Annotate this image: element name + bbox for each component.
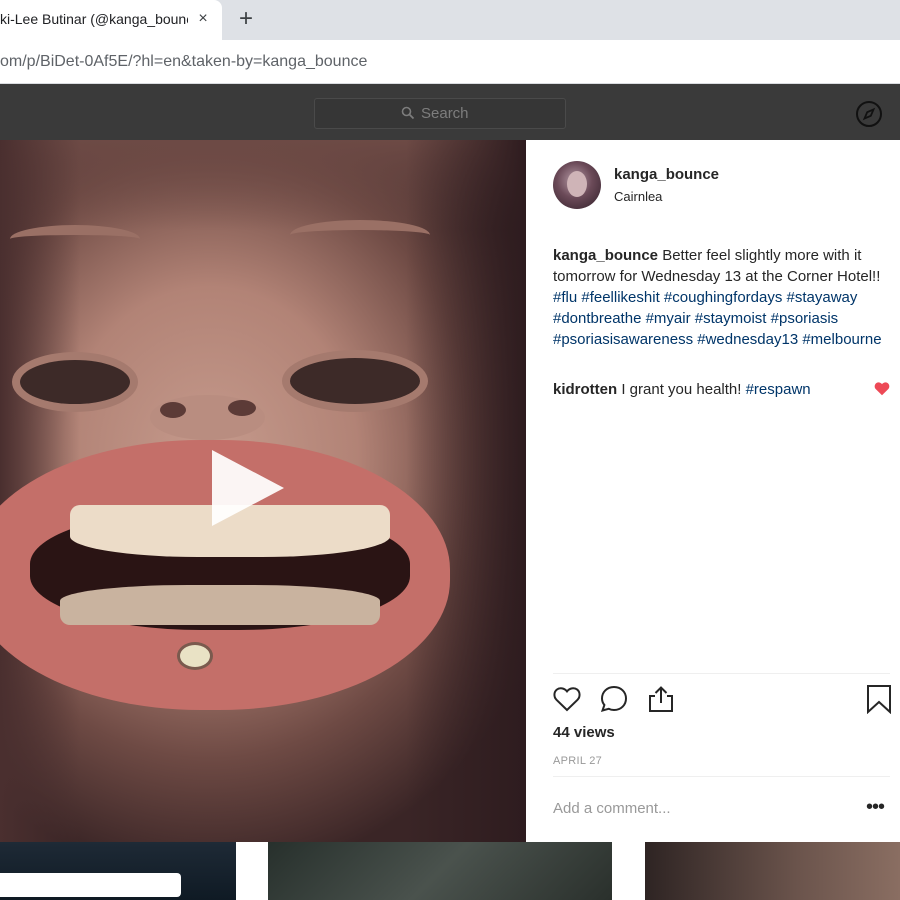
play-icon[interactable] bbox=[212, 450, 284, 526]
tab-title: ki-Lee Butinar (@kanga_bounce bbox=[0, 11, 188, 27]
video-eye-right bbox=[290, 358, 420, 404]
post-caption: kanga_bounce Better feel slightly more w… bbox=[553, 245, 893, 350]
views-count[interactable]: 44 views bbox=[553, 724, 615, 741]
heart-filled-icon[interactable] bbox=[874, 381, 890, 396]
comment-hashtag[interactable]: #respawn bbox=[746, 381, 811, 398]
avatar[interactable] bbox=[553, 161, 601, 209]
browser-tab[interactable]: ki-Lee Butinar (@kanga_bounce × bbox=[0, 0, 222, 40]
hashtag[interactable]: #staymoist bbox=[695, 310, 767, 327]
video-brow-left bbox=[10, 225, 140, 253]
hashtag[interactable]: #psoriasis bbox=[771, 310, 839, 327]
new-tab-button[interactable]: + bbox=[234, 6, 258, 32]
thumbnail-overlay-bar bbox=[0, 873, 181, 897]
more-options-icon[interactable]: ••• bbox=[866, 797, 890, 820]
hashtag[interactable]: #coughingfordays bbox=[664, 289, 782, 306]
comment-icon[interactable] bbox=[599, 684, 629, 714]
comment: kidrotten I grant you health! #respawn bbox=[553, 379, 883, 400]
url-text[interactable]: om/p/BiDet-0Af5E/?hl=en&taken-by=kanga_b… bbox=[0, 51, 367, 73]
post-date: APRIL 27 bbox=[553, 755, 603, 767]
compass-icon[interactable] bbox=[855, 100, 883, 128]
hashtag[interactable]: #flu bbox=[553, 289, 577, 306]
hashtag[interactable]: #melbourne bbox=[802, 331, 881, 348]
divider bbox=[553, 776, 890, 777]
hashtag[interactable]: #dontbreathe bbox=[553, 310, 641, 327]
comment-text: I grant you health! bbox=[617, 381, 746, 398]
post-username[interactable]: kanga_bounce bbox=[614, 166, 719, 183]
hashtag[interactable]: #wednesday13 bbox=[697, 331, 798, 348]
video-nostril-right bbox=[228, 400, 256, 416]
post-location[interactable]: Cairnlea bbox=[614, 189, 662, 204]
video-brow-right bbox=[290, 220, 430, 250]
url-path: /p/BiDet-0Af5E/?hl=en&taken-by=kanga_bou… bbox=[22, 53, 368, 70]
hashtag[interactable]: #psoriasisawareness bbox=[553, 331, 693, 348]
hashtag[interactable]: #stayaway bbox=[787, 289, 858, 306]
video-nostril-left bbox=[160, 402, 186, 418]
avatar-face bbox=[567, 171, 587, 197]
video-eye-left bbox=[20, 360, 130, 404]
search-input[interactable]: Search bbox=[314, 98, 566, 129]
tab-close-icon[interactable]: × bbox=[194, 9, 212, 29]
caption-username[interactable]: kanga_bounce bbox=[553, 247, 658, 264]
search-icon bbox=[401, 106, 415, 120]
bookmark-icon[interactable] bbox=[864, 684, 894, 714]
add-comment-input[interactable]: Add a comment... bbox=[553, 800, 671, 817]
thumbnail[interactable] bbox=[268, 842, 612, 900]
hashtag[interactable]: #myair bbox=[646, 310, 691, 327]
divider bbox=[553, 673, 890, 674]
search-placeholder: Search bbox=[421, 105, 469, 122]
video-lip-piercing bbox=[180, 645, 210, 667]
hashtag[interactable]: #feellikeshit bbox=[581, 289, 659, 306]
thumbnail[interactable] bbox=[645, 842, 900, 900]
heart-icon[interactable] bbox=[552, 684, 582, 714]
share-icon[interactable] bbox=[646, 684, 676, 714]
comment-username[interactable]: kidrotten bbox=[553, 381, 617, 398]
url-host: om bbox=[0, 53, 23, 70]
video-teeth-bottom bbox=[60, 585, 380, 625]
